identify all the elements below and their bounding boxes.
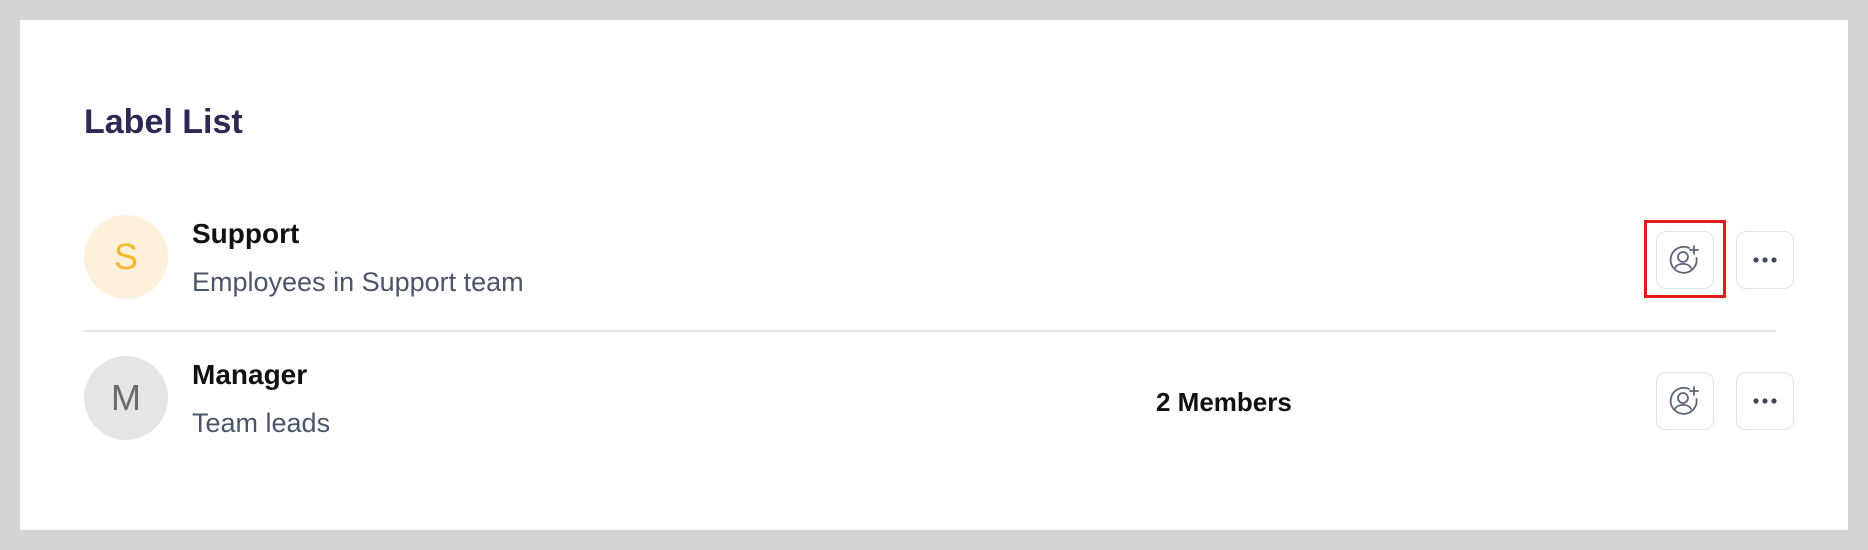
label-name: Manager: [192, 359, 308, 390]
add-user-icon: [1668, 384, 1702, 418]
label-description: Employees in Support team: [192, 267, 524, 297]
label-list-panel: Label List S Support Employees in Suppor…: [20, 20, 1848, 530]
add-member-button[interactable]: [1656, 372, 1714, 430]
member-count: 2 Members: [1156, 387, 1292, 417]
page-title: Label List: [84, 103, 243, 141]
add-user-icon: [1668, 243, 1702, 277]
more-horizontal-icon: [1750, 255, 1780, 265]
avatar: M: [84, 356, 168, 440]
more-horizontal-icon: [1750, 396, 1780, 406]
label-description: Team leads: [192, 408, 331, 438]
label-row-support: S Support Employees in Support team: [84, 190, 1794, 332]
avatar: S: [84, 215, 168, 299]
label-name: Support: [192, 218, 300, 249]
more-options-button[interactable]: [1736, 231, 1794, 289]
add-member-button[interactable]: [1656, 231, 1714, 289]
label-row-manager: M Manager Team leads 2 Members: [84, 331, 1794, 471]
more-options-button[interactable]: [1736, 372, 1794, 430]
